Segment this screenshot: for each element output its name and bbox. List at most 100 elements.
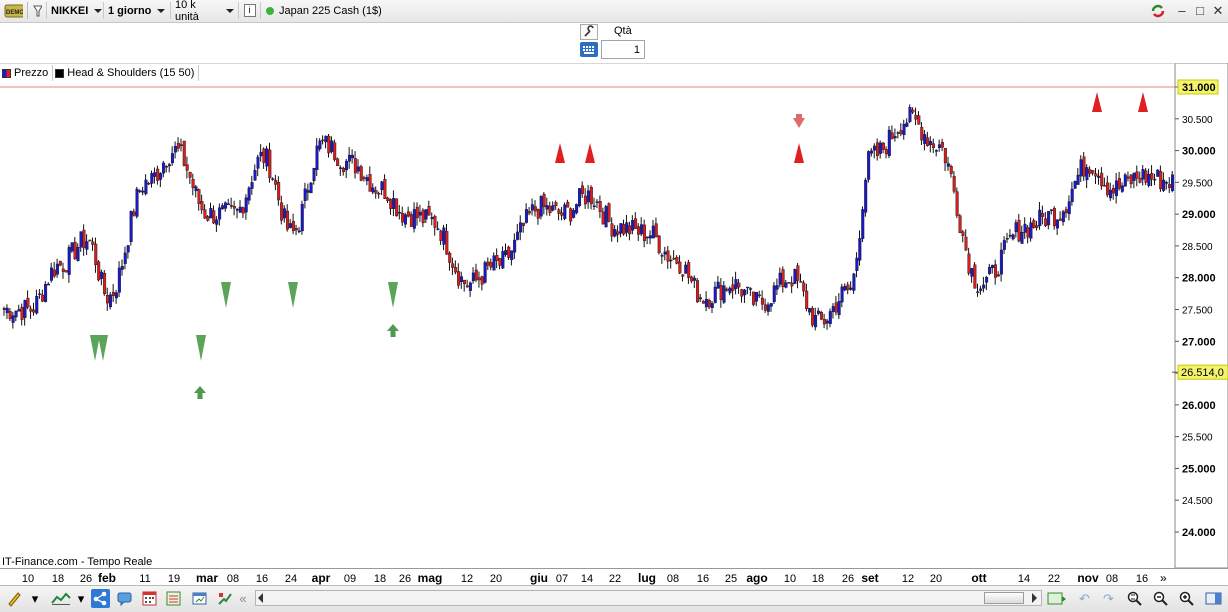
window-icon[interactable] [191, 590, 208, 607]
candle-body [654, 223, 658, 238]
candle-body [949, 166, 953, 174]
bearish-signal-icon [555, 143, 565, 163]
refresh-icon[interactable] [1150, 3, 1166, 19]
candle-body [35, 296, 39, 314]
horizontal-scrollbar[interactable] [255, 590, 1042, 606]
candle-body [176, 142, 180, 149]
legend-indicator[interactable]: Head & Shoulders (15 50) [53, 65, 200, 81]
candle-body [1002, 240, 1006, 250]
candle-body [914, 114, 918, 120]
sync-chart-icon[interactable] [1046, 590, 1068, 607]
date-tick-label: 14 [1018, 573, 1030, 585]
candle-body [837, 301, 841, 316]
price-tick-label: 30.000 [1182, 146, 1216, 158]
chevron-down-icon[interactable]: ▾ [30, 590, 40, 607]
candle-body [188, 171, 192, 178]
instrument-select[interactable]: NIKKEI [47, 2, 104, 19]
candle-body [746, 286, 750, 289]
candle-body [73, 241, 77, 260]
scroll-right-icon[interactable] [1032, 593, 1037, 603]
chevron-right-double-icon[interactable]: » [1160, 571, 1167, 585]
candle-body [819, 312, 823, 320]
candle-body [457, 271, 461, 286]
close-icon[interactable]: ✕ [1210, 3, 1226, 19]
candle-body [471, 272, 475, 282]
candle-body [1088, 169, 1092, 174]
scroll-thumb[interactable] [984, 592, 1024, 604]
bearish-signal-icon [1092, 92, 1102, 112]
candle-body [734, 279, 738, 289]
candle-body [846, 284, 850, 291]
candle-body [415, 206, 419, 219]
quantity-field[interactable] [601, 40, 645, 59]
candle-body [215, 219, 219, 225]
demo-icon[interactable]: DEMO [0, 2, 28, 19]
candle-body [327, 135, 331, 154]
price-chart[interactable]: 31.000 30.500 30.000 29.500 29.000 28.500 28.0… [0, 63, 1228, 568]
units-select[interactable]: 10 k unità [171, 0, 239, 23]
keyboard-icon[interactable] [580, 42, 598, 57]
maximize-icon[interactable]: □ [1192, 3, 1208, 19]
candle-body [713, 286, 717, 303]
indicators-icon[interactable] [165, 590, 182, 607]
chevron-down-icon[interactable]: ▾ [76, 590, 86, 607]
candle-body [595, 201, 599, 203]
candle-body [775, 285, 779, 290]
candle-body [1055, 219, 1059, 229]
minimize-icon[interactable]: – [1174, 3, 1190, 19]
date-tick-label: 12 [902, 573, 914, 585]
undo-icon[interactable]: ↶ [1076, 590, 1093, 607]
date-tick-label: 10 [784, 573, 796, 585]
wrench-icon[interactable] [580, 24, 598, 40]
top-toolbar: DEMO NIKKEI 1 giorno 10 k unità i Japan … [0, 0, 1228, 23]
price-tick-label: 28.000 [1182, 273, 1216, 285]
candle-body [1023, 223, 1027, 233]
comment-icon[interactable] [116, 590, 133, 607]
candle-body [451, 263, 455, 268]
candle-body [690, 276, 694, 282]
legend-price[interactable]: Prezzo [0, 65, 54, 81]
scroll-left-icon[interactable] [258, 593, 263, 603]
candle-body [262, 148, 266, 163]
chart-type-icon[interactable] [50, 590, 72, 607]
pencil-icon[interactable] [6, 590, 23, 607]
date-tick-label: 19 [168, 573, 180, 585]
candle-body [1032, 220, 1036, 228]
candle-body [1138, 177, 1142, 183]
candle-body [940, 142, 944, 148]
candle-body [268, 149, 272, 179]
date-tick-label: 26 [80, 573, 92, 585]
candle-body [625, 222, 629, 233]
bullish-signal-icon [288, 282, 298, 308]
candle-body [448, 252, 452, 263]
zoom-out-icon[interactable] [1152, 590, 1169, 607]
candle-body [200, 201, 204, 211]
candle-body [103, 273, 107, 295]
candle-body [926, 137, 930, 146]
info-button[interactable]: i [239, 2, 261, 19]
candle-body [439, 230, 443, 241]
zoom-fit-icon[interactable] [1126, 590, 1143, 607]
redo-icon[interactable]: ↷ [1100, 590, 1117, 607]
calendar-icon[interactable] [141, 590, 158, 607]
candle-body [159, 173, 163, 180]
candle-body [905, 122, 909, 127]
candle-body [504, 250, 508, 255]
expand-panel-icon[interactable] [1204, 590, 1224, 607]
bullish-signal-icon [98, 335, 108, 361]
timeframe-select[interactable]: 1 giorno [104, 2, 171, 19]
candle-body [852, 273, 856, 291]
filter-icon[interactable] [29, 2, 47, 19]
share-icon[interactable] [91, 589, 110, 608]
candle-body [383, 179, 387, 199]
candle-body [126, 245, 130, 253]
candle-body [545, 205, 549, 210]
chevron-left-double-icon[interactable]: « [237, 590, 249, 607]
candle-body [1017, 220, 1021, 242]
candle-body [480, 276, 484, 285]
candle-body [477, 277, 481, 281]
zoom-in-icon[interactable] [1178, 590, 1195, 607]
tools-icon[interactable] [216, 590, 233, 607]
candle-body [994, 264, 998, 278]
candle-body [238, 206, 242, 213]
